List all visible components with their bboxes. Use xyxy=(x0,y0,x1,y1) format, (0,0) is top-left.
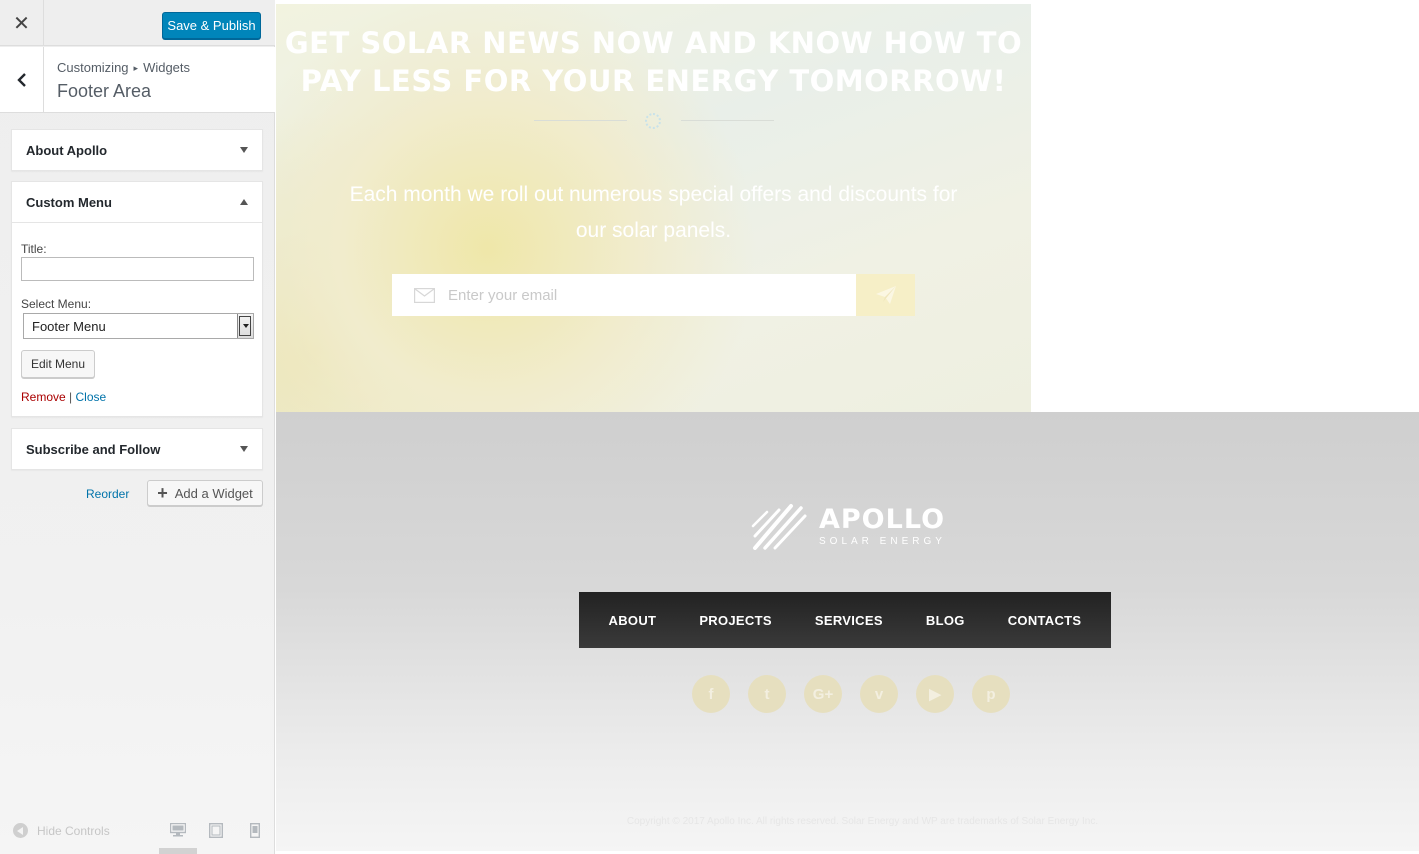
title-field-label: Title: xyxy=(21,242,47,256)
widget-title: Custom Menu xyxy=(26,194,112,210)
widget-actions: Remove | Close xyxy=(21,390,106,404)
envelope-icon xyxy=(414,287,435,303)
section-header: Customizing ▸ Widgets Footer Area xyxy=(0,47,275,113)
footer-menu-item-services[interactable]: SERVICES xyxy=(815,613,883,628)
hero-subtitle: Each month we roll out numerous special … xyxy=(316,177,991,249)
widget-title: Subscribe and Follow xyxy=(26,441,161,457)
footer-menu-item-projects[interactable]: PROJECTS xyxy=(699,613,771,628)
footer-menu-item-about[interactable]: ABOUT xyxy=(609,613,657,628)
footer-menu: ABOUT PROJECTS SERVICES BLOG CONTACTS xyxy=(579,592,1111,648)
subscribe-send-button[interactable] xyxy=(856,274,915,316)
widget-header-about-apollo[interactable]: About Apollo xyxy=(12,130,262,170)
hero-heading-line: PAY LESS FOR YOUR ENERGY TOMORROW! xyxy=(300,64,1007,98)
save-publish-button[interactable]: Save & Publish xyxy=(162,12,261,39)
breadcrumb-root: Customizing xyxy=(57,60,129,75)
footer-menu-item-contacts[interactable]: CONTACTS xyxy=(1008,613,1082,628)
google-plus-icon[interactable]: G+ xyxy=(804,675,842,713)
logo-tagline: SOLAR ENERGY xyxy=(819,535,946,547)
newsletter-hero: GET SOLAR NEWS NOW AND KNOW HOW TO PAY L… xyxy=(276,4,1031,412)
sun-rays-logo-icon xyxy=(751,504,807,550)
hide-controls-label: Hide Controls xyxy=(37,823,110,838)
facebook-icon[interactable]: f xyxy=(692,675,730,713)
logo-name: APOLLO xyxy=(819,503,946,535)
close-link[interactable]: Close xyxy=(76,390,107,404)
tablet-icon[interactable] xyxy=(209,823,223,838)
hero-subtitle-line: Each month we roll out numerous special … xyxy=(349,183,958,206)
section-title: Footer Area xyxy=(57,81,152,101)
edit-menu-button[interactable]: Edit Menu xyxy=(21,350,96,378)
breadcrumb-current: Widgets xyxy=(143,60,191,75)
site-preview: GET SOLAR NEWS NOW AND KNOW HOW TO PAY L… xyxy=(276,0,1419,854)
breadcrumb: Customizing ▸ Widgets xyxy=(57,60,190,75)
email-input[interactable]: Enter your email xyxy=(392,274,856,316)
hide-controls-button[interactable]: Hide Controls xyxy=(13,823,110,838)
collapse-arrow-icon xyxy=(13,823,28,838)
expand-arrow-icon[interactable] xyxy=(240,147,248,153)
sun-icon xyxy=(645,113,661,129)
email-placeholder: Enter your email xyxy=(448,286,558,304)
add-widget-button[interactable]: + Add a Widget xyxy=(147,480,263,506)
title-input[interactable] xyxy=(21,257,254,281)
back-button[interactable] xyxy=(0,47,44,113)
hero-heading-line: GET SOLAR NEWS NOW AND KNOW HOW TO xyxy=(284,26,1023,60)
add-widget-label: Add a Widget xyxy=(174,485,253,501)
customizer-header: ✕ Save & Publish xyxy=(0,0,275,46)
expand-arrow-icon[interactable] xyxy=(240,446,248,452)
customizer-footer: Hide Controls xyxy=(0,815,275,854)
customizer-sidebar: ✕ Save & Publish Customizing ▸ Widgets Foo… xyxy=(0,0,275,854)
divider-line xyxy=(534,120,627,121)
social-links: f t G+ v ▶ p xyxy=(692,675,1010,713)
paper-plane-icon xyxy=(875,286,896,304)
hero-subtitle-line: our solar panels. xyxy=(575,219,732,242)
copyright-text: Copyright © 2017 Apollo Inc. All rights … xyxy=(626,816,1099,827)
close-customizer-button[interactable]: ✕ xyxy=(0,0,44,46)
select-menu-label: Select Menu: xyxy=(21,297,92,311)
divider-line xyxy=(681,120,774,121)
hero-heading: GET SOLAR NEWS NOW AND KNOW HOW TO PAY L… xyxy=(276,24,1031,100)
apollo-logo[interactable]: APOLLO SOLAR ENERGY xyxy=(751,502,946,550)
menu-select[interactable]: Footer Menu xyxy=(23,313,254,339)
mobile-icon[interactable] xyxy=(250,823,260,838)
close-icon: ✕ xyxy=(13,12,30,35)
dropdown-arrow-icon[interactable] xyxy=(237,314,253,338)
active-device-indicator xyxy=(159,848,197,854)
widget-custom-menu: Custom Menu Title: Select Menu: Footer M… xyxy=(11,181,263,417)
widget-header-subscribe-follow[interactable]: Subscribe and Follow xyxy=(12,429,262,469)
pinterest-icon[interactable]: p xyxy=(972,675,1010,713)
site-footer: APOLLO SOLAR ENERGY ABOUT PROJECTS SERVI… xyxy=(276,412,1419,851)
youtube-icon[interactable]: ▶ xyxy=(916,675,954,713)
footer-menu-item-blog[interactable]: BLOG xyxy=(926,613,965,628)
widget-about-apollo: About Apollo xyxy=(11,129,263,171)
link-separator: | xyxy=(69,390,73,404)
collapse-arrow-icon[interactable] xyxy=(240,199,248,205)
breadcrumb-separator-icon: ▸ xyxy=(133,63,139,73)
vimeo-icon[interactable]: v xyxy=(860,675,898,713)
widget-form: Title: Select Menu: Footer Menu Edit Men… xyxy=(12,222,262,416)
menu-select-value: Footer Menu xyxy=(32,318,106,334)
widget-title: About Apollo xyxy=(26,142,108,158)
reorder-link[interactable]: Reorder xyxy=(86,487,129,501)
desktop-icon[interactable] xyxy=(170,823,186,837)
remove-link[interactable]: Remove xyxy=(21,390,66,404)
twitter-icon[interactable]: t xyxy=(748,675,786,713)
plus-icon: + xyxy=(157,483,168,503)
widget-header-custom-menu[interactable]: Custom Menu xyxy=(12,182,262,222)
chevron-left-icon xyxy=(16,73,26,87)
widget-subscribe-follow: Subscribe and Follow xyxy=(11,428,263,470)
